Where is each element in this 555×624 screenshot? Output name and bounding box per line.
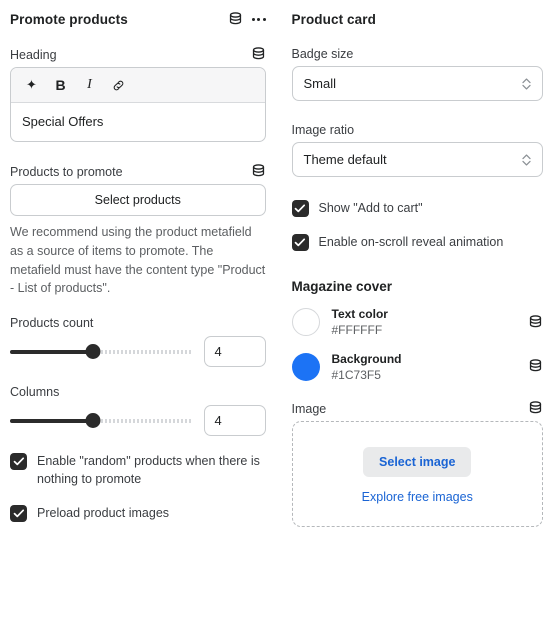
products-to-promote-label: Products to promote: [10, 164, 123, 179]
page-title: Promote products: [10, 12, 128, 27]
color-swatch[interactable]: [291, 308, 320, 337]
settings-panel: Promote products Heading ✦ B I Special O…: [0, 0, 555, 624]
checkbox-box[interactable]: [10, 453, 27, 470]
product-card-header: Product card: [292, 12, 544, 27]
check-icon: [13, 457, 24, 466]
products-count-label: Products count: [10, 316, 94, 330]
magazine-cover-title: Magazine cover: [291, 279, 393, 295]
ai-sparkle-icon[interactable]: ✦: [19, 74, 44, 96]
products-count-slider[interactable]: [10, 343, 194, 361]
chevron-up-down-icon: [522, 77, 531, 90]
columns-field: Columns 4: [10, 385, 266, 436]
checkbox-preload-product-images[interactable]: Preload product images: [10, 504, 266, 523]
products-count-field: Products count 4: [10, 316, 266, 367]
database-icon[interactable]: [228, 12, 243, 27]
checkbox-enable-onscroll-reveal[interactable]: Enable on-scroll reveal animation: [291, 233, 544, 252]
badge-size-select[interactable]: Small: [291, 66, 543, 101]
columns-slider[interactable]: [10, 412, 194, 430]
checkbox-box[interactable]: [10, 505, 27, 523]
columns-label: Columns: [10, 385, 60, 399]
image-label: Image: [291, 401, 327, 416]
check-icon: [294, 204, 306, 213]
check-icon: [13, 509, 24, 518]
columns-slider-row: 4: [10, 405, 266, 436]
heading-rich-text-editor: ✦ B I Special Offers: [10, 67, 266, 142]
color-swatch[interactable]: [291, 352, 320, 381]
products-count-slider-row: 4: [10, 336, 266, 367]
slider-thumb[interactable]: [85, 413, 101, 428]
color-row-text-color[interactable]: Text color #FFFFFF: [291, 306, 544, 338]
checkbox-show-add-to-cart[interactable]: Show "Add to cart": [291, 199, 544, 217]
color-name: Text color: [331, 307, 388, 322]
image-ratio-select[interactable]: Theme default: [291, 142, 543, 177]
promote-products-header: Promote products: [10, 12, 266, 27]
image-ratio-label: Image ratio: [291, 123, 355, 137]
heading-label-row: Heading: [10, 47, 266, 62]
database-icon[interactable]: [528, 401, 543, 416]
heading-label: Heading: [10, 47, 57, 62]
checkbox-enable-random-products[interactable]: Enable "random" products when there is n…: [10, 452, 266, 488]
image-label-row: Image: [292, 401, 544, 416]
promote-products-column: Promote products Heading ✦ B I Special O…: [0, 0, 278, 624]
product-card-title: Product card: [291, 12, 376, 27]
database-icon[interactable]: [528, 359, 543, 374]
color-hex: #FFFFFF: [331, 323, 383, 338]
header-actions: [228, 12, 266, 27]
chevron-up-down-icon: [522, 153, 531, 166]
select-image-button[interactable]: Select image: [363, 447, 472, 477]
image-dropzone[interactable]: Select image Explore free images: [291, 421, 543, 527]
ellipsis-icon[interactable]: [251, 15, 266, 24]
check-icon: [294, 238, 306, 247]
badge-size-value: Small: [303, 76, 337, 91]
color-name: Background: [331, 351, 402, 366]
products-to-promote-label-row: Products to promote: [10, 164, 266, 179]
link-icon[interactable]: [106, 74, 131, 96]
database-icon[interactable]: [251, 164, 266, 179]
color-info: Text color #FFFFFF: [332, 306, 517, 338]
products-help-text: We recommend using the product metafield…: [10, 225, 266, 296]
italic-icon[interactable]: I: [77, 74, 102, 96]
select-products-button[interactable]: Select products: [10, 184, 266, 216]
checkbox-label: Show "Add to cart": [318, 201, 423, 215]
badge-size-label: Badge size: [291, 47, 354, 61]
bold-icon[interactable]: B: [48, 74, 73, 96]
heading-input[interactable]: Special Offers: [11, 103, 265, 141]
slider-thumb[interactable]: [85, 344, 101, 359]
rich-text-toolbar: ✦ B I: [11, 68, 265, 103]
checkbox-label: Preload product images: [37, 506, 170, 521]
database-icon[interactable]: [528, 315, 543, 330]
color-hex: #1C73F5: [331, 367, 381, 382]
product-card-column: Product card Badge size Small Image rati…: [278, 0, 555, 624]
checkbox-label: Enable "random" products when there is n…: [37, 454, 260, 487]
checkbox-label: Enable on-scroll reveal animation: [318, 235, 504, 250]
products-count-input[interactable]: 4: [203, 336, 266, 367]
color-info: Background #1C73F5: [332, 351, 517, 383]
checkbox-box[interactable]: [291, 234, 309, 252]
image-ratio-value: Theme default: [303, 152, 387, 167]
color-row-background[interactable]: Background #1C73F5: [291, 351, 544, 383]
checkbox-box[interactable]: [291, 200, 309, 217]
columns-input[interactable]: 4: [203, 405, 266, 436]
database-icon[interactable]: [251, 47, 266, 62]
explore-free-images-link[interactable]: Explore free images: [303, 490, 533, 504]
